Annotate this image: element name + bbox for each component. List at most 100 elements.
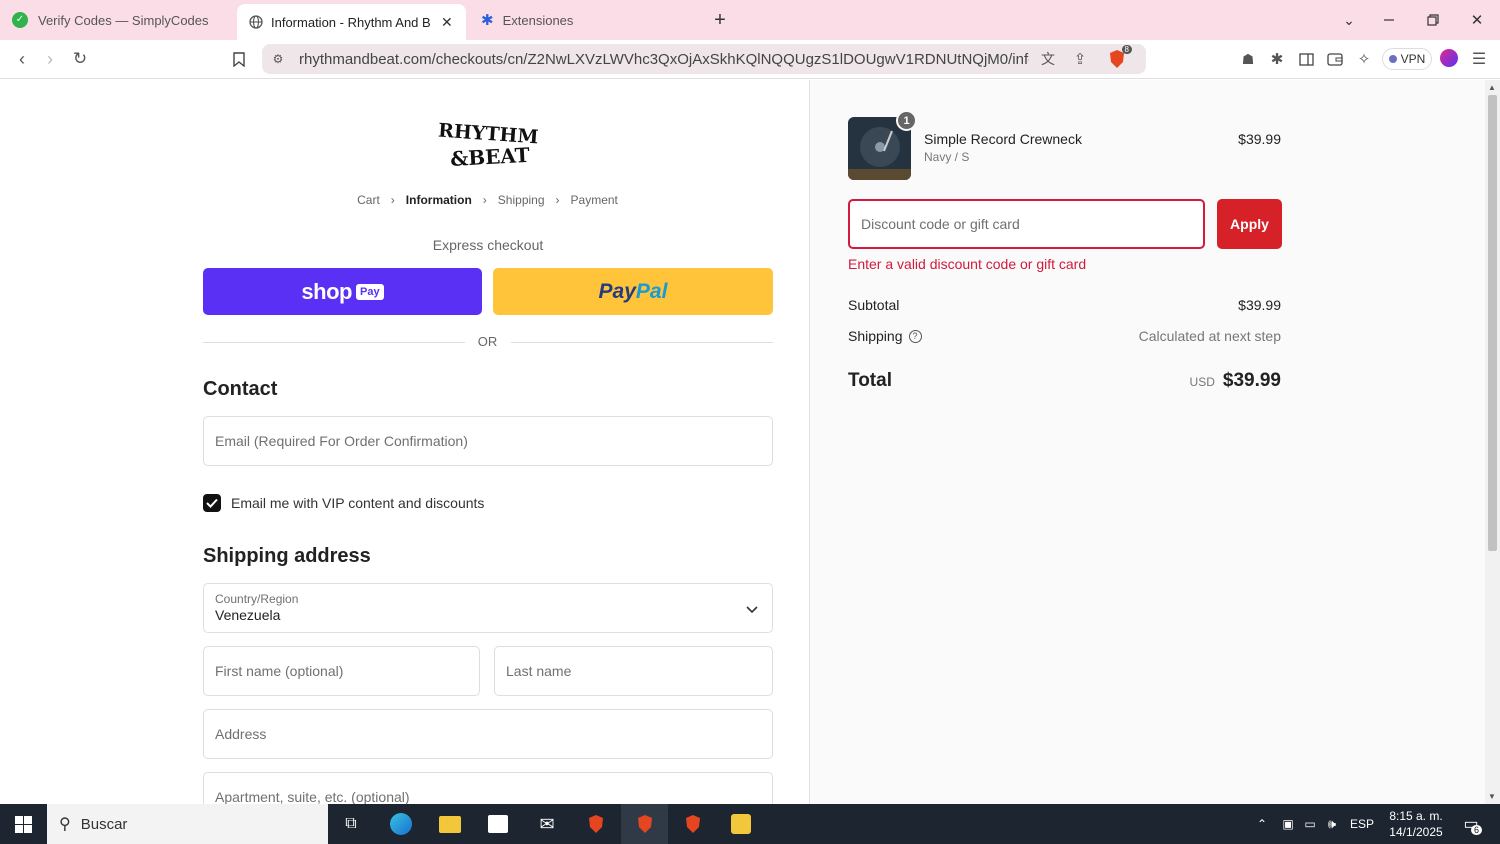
shipping-address-heading: Shipping address — [203, 545, 371, 567]
task-view-icon[interactable]: ⧉ — [336, 804, 366, 844]
vip-checkbox[interactable] — [203, 494, 221, 512]
scroll-down-icon[interactable]: ▼ — [1488, 792, 1496, 801]
apartment-placeholder: Apartment, suite, etc. (optional) — [215, 789, 410, 804]
shipping-label: Shipping ? — [848, 328, 922, 344]
tab-verify-codes[interactable]: ✓ Verify Codes — SimplyCodes — [12, 0, 232, 40]
tab-label: Extensiones — [502, 12, 574, 28]
restore-icon[interactable] — [1422, 8, 1444, 32]
brave-shields-badge: 8 — [1121, 45, 1132, 54]
scroll-up-icon[interactable]: ▲ — [1488, 83, 1496, 92]
minimize-icon[interactable] — [1378, 8, 1400, 32]
volume-icon[interactable]: 🕪 — [1322, 804, 1342, 844]
tab-rhythm-and-beat[interactable]: Information - Rhythm And Beat ✕ — [237, 4, 466, 40]
extensions-icon[interactable]: ✱ — [1266, 47, 1288, 71]
address-placeholder: Address — [215, 726, 267, 742]
email-field[interactable]: Email (Required For Order Confirmation) — [203, 416, 773, 466]
new-tab-icon[interactable]: + — [708, 8, 732, 32]
brave-taskbar-icon-2[interactable] — [621, 804, 668, 844]
discount-error: Enter a valid discount code or gift card — [848, 256, 1087, 272]
menu-icon[interactable]: ☰ — [1468, 47, 1490, 71]
tab-label: Verify Codes — SimplyCodes — [38, 12, 209, 28]
clock[interactable]: 8:15 a. m. 14/1/2025 — [1384, 804, 1448, 844]
brave-taskbar-icon-1[interactable] — [581, 804, 611, 844]
brave-taskbar-icon-3[interactable] — [678, 804, 708, 844]
back-icon[interactable]: ‹ — [10, 47, 34, 71]
discount-placeholder: Discount code or gift card — [861, 216, 1020, 232]
shipping-label-text: Shipping — [848, 328, 903, 344]
quantity-badge: 1 — [896, 110, 917, 131]
item-variant: Navy / S — [924, 150, 970, 164]
vpn-status-icon — [1388, 55, 1397, 63]
app-taskbar-icon[interactable] — [726, 804, 756, 844]
search-icon: ⚲ — [59, 816, 71, 833]
bookmark-icon[interactable] — [228, 47, 250, 71]
paypal-button[interactable]: Pay Pal — [493, 268, 773, 315]
shipping-value: Calculated at next step — [1138, 328, 1281, 344]
meet-now-icon[interactable]: ▣ — [1278, 804, 1298, 844]
language-indicator[interactable]: ESP — [1346, 804, 1378, 844]
item-name: Simple Record Crewneck — [924, 131, 1082, 147]
edge-icon[interactable] — [386, 804, 416, 844]
country-value: Venezuela — [215, 607, 281, 623]
close-window-icon[interactable]: ✕ — [1466, 8, 1488, 32]
sidebar-icon[interactable] — [1295, 47, 1317, 71]
url-text[interactable]: rhythmandbeat.com/checkouts/cn/Z2NwLXVzL… — [299, 51, 1029, 68]
svg-text:&BEAT: &BEAT — [450, 143, 531, 171]
site-settings-icon[interactable]: ⚙ — [270, 51, 286, 67]
notification-count: 6 — [1470, 825, 1482, 835]
notifications-icon[interactable]: ▭ 6 — [1458, 804, 1484, 844]
total-amount: USD $39.99 — [1190, 370, 1281, 392]
paypal-pal: Pal — [635, 279, 668, 303]
windows-start-icon[interactable] — [0, 804, 46, 844]
breadcrumb-cart[interactable]: Cart — [357, 193, 380, 207]
file-explorer-icon[interactable] — [435, 804, 465, 844]
chevron-down-icon — [746, 601, 758, 617]
breadcrumb-information: Information — [405, 193, 472, 207]
page-scrollbar[interactable]: ▲ ▼ — [1485, 80, 1500, 804]
mail-icon[interactable]: ✉ — [532, 804, 562, 844]
profile-avatar-icon[interactable] — [1440, 49, 1458, 67]
leo-sparkle-icon[interactable]: ✧ — [1353, 47, 1375, 71]
discount-code-field[interactable]: Discount code or gift card — [848, 199, 1205, 249]
vip-checkbox-label[interactable]: Email me with VIP content and discounts — [231, 495, 484, 511]
first-name-field[interactable]: First name (optional) — [203, 646, 480, 696]
vpn-button[interactable]: VPN — [1382, 48, 1432, 70]
scrollbar-thumb[interactable] — [1488, 95, 1497, 551]
express-checkout-label: Express checkout — [432, 237, 544, 253]
tab-search-chevron-icon[interactable]: ⌄ — [1338, 8, 1360, 32]
close-tab-icon[interactable]: ✕ — [441, 14, 453, 31]
reload-icon[interactable]: ↻ — [68, 47, 92, 71]
last-name-placeholder: Last name — [506, 663, 572, 679]
simplycodes-icon: ✓ — [12, 12, 28, 28]
store-logo[interactable]: RHYTHM &BEAT — [437, 118, 539, 174]
share-icon[interactable]: ⇪ — [1070, 49, 1090, 69]
last-name-field[interactable]: Last name — [494, 646, 773, 696]
email-placeholder: Email (Required For Order Confirmation) — [215, 433, 468, 449]
clock-date: 14/1/2025 — [1389, 825, 1443, 839]
country-select[interactable]: Country/Region Venezuela — [203, 583, 773, 633]
contact-heading: Contact — [203, 378, 278, 400]
address-bar[interactable]: ⚙ rhythmandbeat.com/checkouts/cn/Z2NwLXV… — [262, 44, 1146, 74]
address-field[interactable]: Address — [203, 709, 773, 759]
vpn-label: VPN — [1400, 52, 1426, 66]
checkout-main: RHYTHM &BEAT Cart › Information › Shippi… — [0, 80, 809, 804]
leo-ai-icon[interactable]: ☗ — [1237, 47, 1259, 71]
brave-shields-icon[interactable]: 8 — [1106, 45, 1132, 71]
taskbar-search[interactable]: ⚲ Buscar — [47, 804, 328, 844]
divider-left — [203, 342, 465, 343]
store-icon[interactable] — [483, 804, 513, 844]
apply-button[interactable]: Apply — [1217, 199, 1282, 249]
show-hidden-icons[interactable]: ⌃ — [1252, 804, 1272, 844]
wallet-icon[interactable] — [1324, 47, 1346, 71]
first-name-placeholder: First name (optional) — [215, 663, 344, 679]
tab-extensions[interactable]: ✱ Extensiones — [481, 0, 701, 40]
translate-icon[interactable]: 文 — [1038, 49, 1058, 69]
checkmark-icon — [206, 498, 218, 508]
forward-icon[interactable]: › — [38, 47, 62, 71]
network-icon[interactable]: ▭ — [1300, 804, 1320, 844]
divider-right — [511, 342, 773, 343]
subtotal-value: $39.99 — [1238, 297, 1281, 313]
shop-pay-button[interactable]: shop Pay — [203, 268, 482, 315]
apartment-field[interactable]: Apartment, suite, etc. (optional) — [203, 772, 773, 804]
help-icon[interactable]: ? — [908, 329, 922, 343]
